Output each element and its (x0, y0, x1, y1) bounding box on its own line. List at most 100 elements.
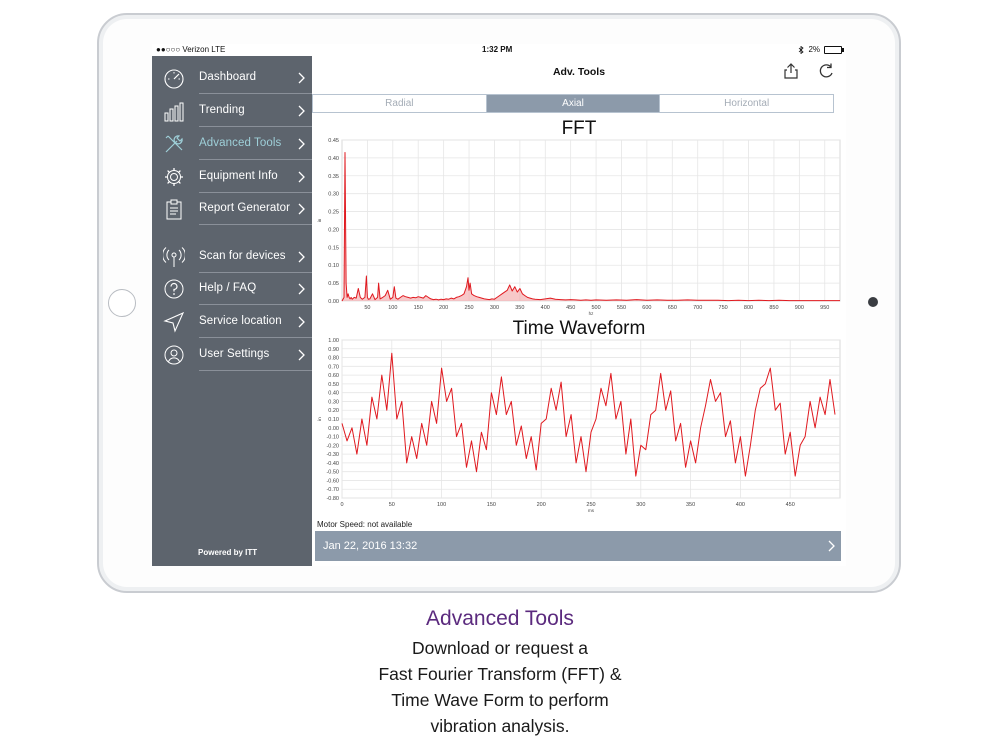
y-tick-label: 0.35 (328, 174, 339, 180)
sidebar-item-label: Equipment Info (199, 170, 278, 182)
y-tick-label: 0.40 (328, 156, 339, 162)
x-tick-label: 200 (439, 305, 448, 311)
tab-horizontal[interactable]: Horizontal (660, 95, 833, 112)
location-arrow-icon (163, 311, 185, 333)
chevron-right-icon (828, 540, 835, 552)
tab-axial[interactable]: Axial (486, 95, 661, 112)
carrier-label: ●●○○○ Verizon LTE (156, 45, 226, 54)
y-tick-label: -0.50 (326, 470, 339, 476)
sidebar-item-advanced-tools[interactable]: Advanced Tools (152, 128, 312, 160)
broadcast-icon (163, 247, 185, 267)
y-tick-label: 0.10 (328, 263, 339, 269)
divider (199, 337, 312, 338)
y-tick-label: 0.10 (328, 417, 339, 423)
sidebar-item-trending[interactable]: Trending (152, 95, 312, 127)
y-tick-label: 0.00 (328, 299, 339, 305)
chevron-right-icon (298, 171, 305, 183)
y-tick-label: -0.80 (326, 496, 339, 502)
sidebar-item-scan-for-devices[interactable]: Scan for devices (152, 241, 312, 273)
plot-area (341, 139, 841, 302)
divider (199, 224, 312, 225)
chevron-right-icon (298, 72, 305, 84)
battery-icon (824, 45, 844, 54)
y-axis-label: in (317, 417, 322, 421)
y-tick-label: -0.20 (326, 443, 339, 449)
y-tick-label: -0.30 (326, 452, 339, 458)
sidebar-item-label: Dashboard (199, 71, 257, 83)
sidebar-item-service-location[interactable]: Service location (152, 306, 312, 338)
divider (199, 126, 312, 127)
waveform-chart: -0.80 -0.70 -0.60 -0.50 -0.40 -0.30 -0.20 -0.10… (317, 338, 841, 513)
powered-by-label: Powered by ITT (198, 548, 258, 557)
tab-radial[interactable]: Radial (313, 95, 487, 112)
x-axis-label: ms (588, 508, 595, 513)
fft-chart: 0.00 0.05 0.10 0.15 0.20 0.25 0.30 0.35 0.40 0.45… (317, 138, 841, 316)
reading-date-row[interactable]: Jan 22, 2016 13:32 (315, 531, 841, 561)
sidebar-item-user-settings[interactable]: User Settings (152, 339, 312, 371)
x-tick-label: 550 (617, 305, 626, 311)
gear-icon (165, 168, 183, 186)
sidebar-item-equipment-info[interactable]: Equipment Info (152, 161, 312, 193)
gauge-icon (164, 69, 184, 89)
sidebar-item-label: Service location (199, 315, 282, 327)
y-tick-label: -0.60 (326, 478, 339, 484)
y-tick-label: 0.15 (328, 245, 339, 251)
y-tick-label: 1.00 (328, 338, 339, 344)
y-tick-label: 0.00 (328, 426, 339, 432)
chevron-right-icon (298, 283, 305, 295)
sidebar-item-label: Help / FAQ (199, 282, 257, 294)
x-tick-label: 150 (414, 305, 423, 311)
x-tick-label: 650 (668, 305, 677, 311)
x-tick-label: 900 (795, 305, 804, 311)
y-tick-label: 0.50 (328, 382, 339, 388)
x-tick-label: 150 (487, 502, 496, 508)
x-tick-label: 400 (541, 305, 550, 311)
refresh-icon[interactable] (817, 62, 835, 80)
y-tick-label: 0.25 (328, 210, 339, 216)
sidebar-item-label: User Settings (199, 348, 270, 360)
clock: 1:32 PM (482, 45, 513, 54)
fft-chart-title: FFT (561, 118, 597, 139)
y-tick-label: 0.80 (328, 356, 339, 362)
x-tick-label: 800 (744, 305, 753, 311)
chevron-right-icon (298, 251, 305, 263)
y-tick-label: 0.90 (328, 347, 339, 353)
x-tick-label: 700 (693, 305, 702, 311)
caption-line-4: vibration analysis. (430, 716, 570, 736)
y-tick-label: 0.70 (328, 364, 339, 370)
sidebar-item-report-generator[interactable]: Report Generator (152, 193, 312, 225)
chevron-right-icon (298, 203, 305, 215)
divider (199, 304, 312, 305)
bluetooth-icon (799, 45, 805, 54)
x-tick-label: 400 (736, 502, 745, 508)
x-tick-label: 100 (437, 502, 446, 508)
y-tick-label: 0.20 (328, 408, 339, 414)
tools-icon (165, 135, 183, 153)
divider (199, 370, 312, 371)
caption-title: Advanced Tools (426, 607, 574, 630)
sidebar-item-help-faq[interactable]: Help / FAQ (152, 273, 312, 305)
main-panel: Adv. Tools Radial Axial Horizontal FFT 0… (312, 56, 846, 566)
x-tick-label: 300 (490, 305, 499, 311)
x-tick-label: 50 (389, 502, 395, 508)
caption-line-3: Time Wave Form to perform (391, 690, 609, 710)
y-tick-label: 0.20 (328, 227, 339, 233)
x-tick-label: 0 (340, 502, 343, 508)
sidebar-item-dashboard[interactable]: Dashboard (152, 62, 312, 94)
home-button[interactable] (108, 289, 136, 317)
battery-percent: 2% (808, 45, 820, 54)
y-tick-label: -0.70 (326, 487, 339, 493)
y-tick-label: -0.10 (326, 435, 339, 441)
x-tick-label: 950 (820, 305, 829, 311)
user-icon (164, 345, 184, 365)
clipboard-icon (166, 199, 182, 220)
y-axis-label: in (317, 218, 322, 222)
share-icon[interactable] (782, 62, 800, 80)
bar-chart-icon (164, 102, 184, 122)
y-tick-label: 0.60 (328, 373, 339, 379)
y-tick-label: 0.45 (328, 138, 339, 144)
x-tick-label: 200 (537, 502, 546, 508)
caption-line-1: Download or request a (411, 638, 589, 658)
reading-date: Jan 22, 2016 13:32 (323, 540, 418, 552)
x-tick-label: 750 (719, 305, 728, 311)
